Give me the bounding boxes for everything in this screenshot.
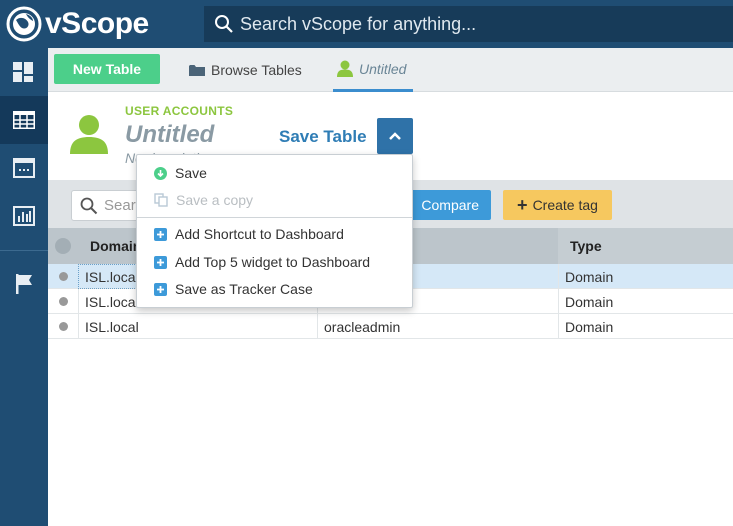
plus-icon: + (517, 194, 528, 215)
nav-tracker[interactable] (0, 260, 48, 308)
window-icon (13, 158, 35, 178)
search-icon (80, 197, 98, 214)
globe-logo-icon (6, 6, 42, 42)
menu-item-tracker-case[interactable]: Save as Tracker Case (137, 276, 412, 302)
row-select[interactable] (48, 264, 78, 289)
chevron-up-icon (389, 132, 401, 140)
report-chart-icon (13, 206, 35, 226)
nav-windows[interactable] (0, 144, 48, 192)
cell-type: Domain (558, 264, 733, 289)
dashboard-icon (13, 62, 33, 82)
menu-divider (137, 217, 412, 218)
search-icon (215, 15, 233, 33)
cell-type: Domain (558, 314, 733, 339)
row-dot (58, 322, 68, 331)
nav-tables[interactable] (0, 96, 48, 144)
select-all-dot (55, 238, 71, 254)
save-table-button[interactable]: Save Table (279, 127, 367, 147)
cell-type: Domain (558, 289, 733, 314)
menu-item-label: Add Shortcut to Dashboard (175, 226, 344, 242)
menu-item-add-shortcut[interactable]: Add Shortcut to Dashboard (137, 221, 412, 247)
flag-icon (16, 274, 32, 294)
table-title[interactable]: Untitled (125, 121, 214, 149)
row-select[interactable] (48, 289, 78, 314)
left-nav (0, 48, 48, 526)
row-dot (58, 272, 68, 281)
new-table-button[interactable]: New Table (54, 54, 160, 84)
menu-item-add-top5[interactable]: Add Top 5 widget to Dashboard (137, 249, 412, 275)
global-search-input[interactable]: Search vScope for anything... (204, 6, 733, 42)
menu-item-label: Save as Tracker Case (175, 281, 313, 297)
plus-square-icon (154, 227, 167, 241)
plus-square-icon (154, 282, 167, 296)
top-bar: vScope Search vScope for anything... (0, 0, 733, 48)
row-select[interactable] (48, 314, 78, 339)
table-icon (13, 111, 35, 129)
user-accounts-icon (70, 115, 108, 154)
tab-browse-tables[interactable]: Browse Tables (189, 48, 302, 92)
menu-item-label: Save a copy (176, 192, 254, 208)
app-logo[interactable]: vScope (6, 6, 149, 42)
select-all-toggle[interactable] (48, 228, 78, 264)
nav-reports[interactable] (0, 192, 48, 240)
plus-square-icon (154, 255, 167, 269)
global-search-placeholder: Search vScope for anything... (240, 13, 477, 34)
cell-name: oracleadmin (317, 314, 558, 339)
create-tag-button[interactable]: + Create tag (503, 190, 612, 220)
table-row[interactable]: ISL.local oracleadmin Domain (48, 314, 733, 339)
compare-label: Compare (421, 197, 479, 213)
user-icon (337, 60, 353, 77)
tab-browse-label: Browse Tables (211, 62, 302, 78)
column-header-type[interactable]: Type (558, 228, 733, 264)
app-name: vScope (45, 7, 149, 40)
nav-divider (0, 250, 48, 251)
menu-item-save-copy: Save a copy (137, 187, 412, 213)
tab-untitled-label: Untitled (359, 60, 407, 77)
tab-untitled[interactable]: Untitled (333, 48, 413, 92)
row-dot (58, 297, 68, 306)
save-options-toggle[interactable] (377, 118, 413, 154)
tab-bar: New Table Browse Tables Untitled (48, 48, 733, 92)
menu-item-label: Add Top 5 widget to Dashboard (175, 254, 371, 270)
nav-dashboard[interactable] (0, 48, 48, 96)
cell-domain: ISL.local (78, 314, 317, 339)
copy-icon (154, 193, 168, 207)
create-tag-label: Create tag (532, 197, 598, 213)
folder-icon (189, 64, 205, 76)
menu-item-save[interactable]: Save (137, 160, 412, 186)
table-category-label: USER ACCOUNTS (125, 104, 234, 118)
save-down-icon (154, 166, 167, 180)
menu-item-label: Save (175, 165, 207, 181)
save-options-menu: Save Save a copy Add Shortcut to Dashboa… (136, 154, 413, 308)
